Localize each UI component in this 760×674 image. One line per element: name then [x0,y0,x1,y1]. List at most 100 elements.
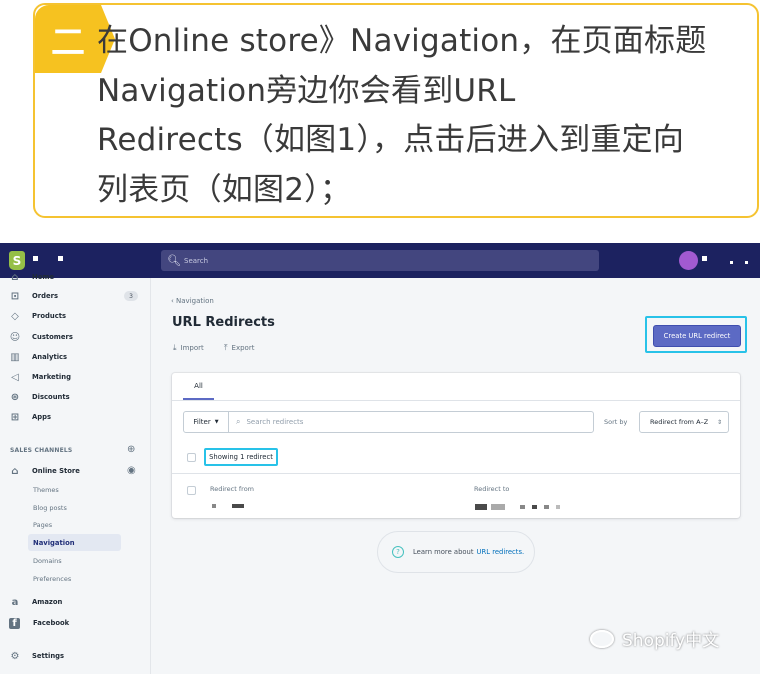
customers-icon: ☺ [9,331,21,343]
sidebar-item-discounts[interactable]: ⊛ Discounts [8,389,70,405]
eye-icon[interactable]: ◉ [127,465,136,476]
import-label: Import [180,344,204,352]
redacted-cell [475,504,487,510]
home-icon: ⌂ [11,271,19,283]
instruction-line: Redirects（如图1），点击后进入到重定向 [97,122,685,158]
import-button[interactable]: ⤓ Import [173,343,204,353]
sidebar-item-label: Customers [32,333,73,341]
shopify-logo-icon[interactable]: S [9,251,25,270]
export-button[interactable]: ⤒ Export [224,343,254,353]
search-icon: 🔍︎ [167,253,181,267]
global-search-input[interactable] [184,256,484,265]
instruction-line: 在Online store》Navigation，在页面标题 [97,23,707,59]
shopify-admin-screenshot: S 🔍︎ ⌂ Home ⊡ Orders 3 ◇ Products ☺ Cust… [0,243,760,674]
redirect-search[interactable]: ⌕ Search redirects [229,412,593,432]
redacted-cell [232,504,244,508]
tab-all[interactable]: All [183,373,214,400]
sidebar-item-apps[interactable]: ⊞ Apps [8,409,51,425]
sidebar-item-analytics[interactable]: ▥ Analytics [8,349,67,365]
orders-count-badge: 3 [124,291,138,301]
redacted-store-name [58,256,63,261]
megaphone-icon: ◁ [11,371,19,383]
sidebar-item-customers[interactable]: ☺ Customers [8,329,73,345]
sidebar-item-marketing[interactable]: ◁ Marketing [8,369,71,385]
sidebar-item-orders[interactable]: ⊡ Orders [8,288,58,304]
redirect-search-placeholder: Search redirects [246,418,304,426]
sales-channels-heading: SALES CHANNELS [10,447,73,454]
sidebar-item-label: Facebook [33,619,70,627]
create-url-redirect-button[interactable]: Create URL redirect [653,325,741,347]
instruction-text: 在Online store》Navigation，在页面标题 Navigatio… [97,17,737,215]
tag-icon: ◇ [11,310,19,322]
sort-value: Redirect from A–Z [650,418,709,426]
amazon-icon: a [11,596,19,608]
redacted-cell [532,505,537,509]
store-icon: ⌂ [11,465,19,477]
sidebar-item-facebook[interactable]: f Facebook [8,615,69,631]
discount-icon: ⊛ [10,391,20,403]
sidebar-sub-pages[interactable]: Pages [33,521,52,529]
import-icon: ⤓ [173,343,177,352]
sidebar-sub-preferences[interactable]: Preferences [33,575,71,583]
sort-select[interactable]: Redirect from A–Z ⇕ [639,411,729,433]
redacted-cell [544,505,549,509]
sidebar-item-label: Discounts [32,393,70,401]
redacted-store-name [33,256,38,261]
add-channel-icon[interactable]: ⊕ [127,444,135,455]
row-checkbox[interactable] [187,486,196,495]
redacted-user-name [730,261,733,264]
sidebar-item-label: Analytics [32,353,68,361]
sidebar-item-products[interactable]: ◇ Products [8,308,66,324]
redacted-user-name [745,261,748,264]
sidebar-item-home[interactable]: ⌂ Home [8,269,54,285]
redacted-user-name [702,256,707,261]
url-redirects-link[interactable]: URL redirects. [477,548,525,556]
sidebar-item-label: Orders [32,292,59,300]
sidebar-item-online-store[interactable]: ⌂ Online Store [8,463,79,479]
sidebar-item-settings[interactable]: ⚙ Settings [8,648,65,664]
caret-down-icon: ▼ [214,419,219,425]
page-title: URL Redirects [172,315,275,330]
learn-more-text: Learn more about [413,548,474,556]
instruction-line: 列表页（如图2）； [97,171,352,208]
watermark: Shopify中文 [590,626,719,651]
sidebar-sub-blog-posts[interactable]: Blog posts [33,504,67,512]
wechat-icon [590,629,614,648]
sidebar-item-label: Settings [32,652,65,660]
breadcrumb[interactable]: ‹ Navigation [171,297,214,305]
breadcrumb-label: Navigation [176,297,214,305]
col-header-redirect-to: Redirect to [474,485,510,493]
sidebar-item-amazon[interactable]: a Amazon [8,594,63,610]
sidebar-sub-navigation-active[interactable]: Navigation [28,534,121,551]
sidebar-item-label: Apps [32,413,52,421]
redacted-cell [520,505,525,509]
redacted-cell [491,504,505,510]
bar-chart-icon: ▥ [10,351,20,363]
sidebar-item-label: Amazon [32,598,63,606]
select-all-checkbox[interactable] [187,453,196,462]
filter-search-group: Filter ▼ ⌕ Search redirects [183,411,594,433]
sidebar-item-label: Marketing [32,373,71,381]
help-icon: ? [392,546,404,558]
watermark-text: Shopify中文 [622,631,720,651]
instruction-callout: 二 在Online store》Navigation，在页面标题 Navigat… [33,3,759,218]
instruction-line: Navigation旁边你会看到URL [97,72,516,109]
export-label: Export [231,344,255,352]
sidebar: ⌂ Home ⊡ Orders 3 ◇ Products ☺ Customers… [0,272,151,674]
global-search[interactable]: 🔍︎ [161,250,599,271]
filter-label: Filter [193,418,211,426]
sidebar-item-label: Home [32,273,55,281]
filter-button[interactable]: Filter ▼ [184,412,229,432]
chevron-updown-icon: ⇕ [716,418,722,426]
top-bar: S 🔍︎ [0,243,760,278]
gear-icon: ⚙ [10,650,20,662]
sidebar-sub-domains[interactable]: Domains [33,557,62,565]
sidebar-sub-themes[interactable]: Themes [33,486,59,494]
table-header-divider [172,473,740,474]
facebook-icon: f [9,617,20,629]
avatar[interactable] [679,251,698,270]
apps-icon: ⊞ [10,411,20,423]
search-icon: ⌕ [236,417,241,426]
redacted-cell [556,505,560,509]
redacted-cell [212,504,216,508]
